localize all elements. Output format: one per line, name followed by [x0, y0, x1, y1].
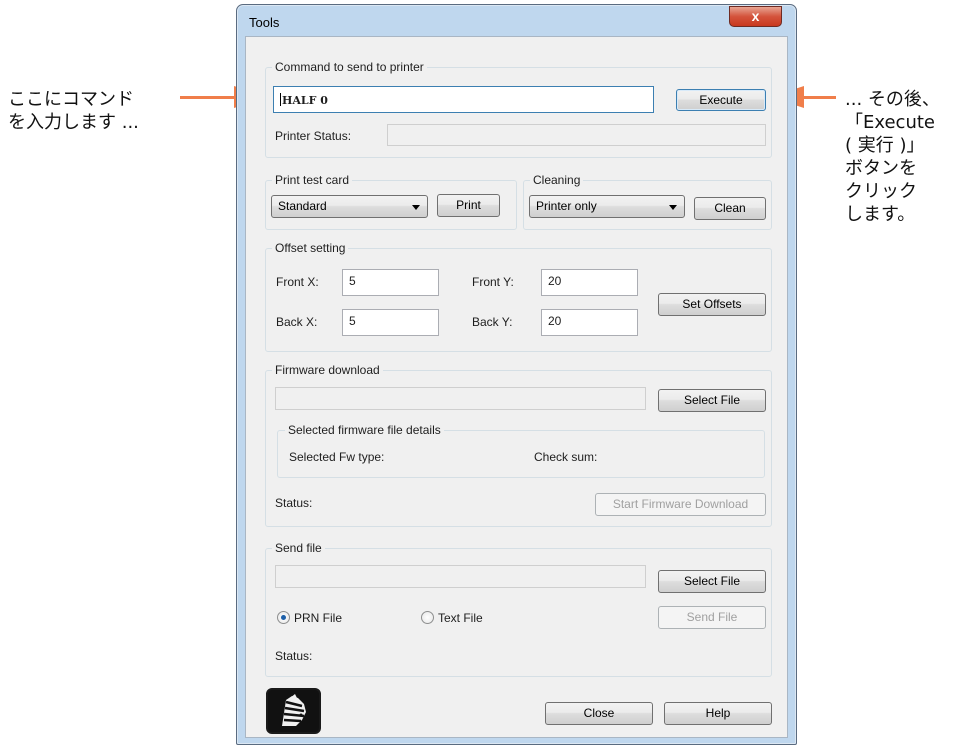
test-card-select-value: Standard — [278, 199, 327, 213]
printer-status-field — [387, 124, 766, 146]
clean-button[interactable]: Clean — [694, 197, 766, 220]
front-y-label: Front Y: — [472, 275, 514, 289]
checksum-label: Check sum: — [534, 450, 598, 464]
set-offsets-button[interactable]: Set Offsets — [658, 293, 766, 316]
tools-window: Tools x Command to send to printer HALF … — [236, 4, 797, 745]
right-callout-line-5: クリック — [845, 181, 917, 202]
back-x-label: Back X: — [276, 315, 318, 329]
execute-button[interactable]: Execute — [676, 89, 766, 111]
left-callout-line-1: ここにコマンド — [8, 89, 134, 110]
send-file-field — [275, 565, 646, 588]
prn-file-label[interactable]: PRN File — [294, 611, 342, 625]
fw-type-label: Selected Fw type: — [289, 450, 385, 464]
front-x-input[interactable]: 5 — [342, 269, 439, 296]
send-status-label: Status: — [275, 649, 313, 663]
prn-file-radio[interactable] — [277, 611, 290, 624]
chevron-down-icon — [669, 205, 677, 210]
firmware-select-file-button[interactable]: Select File — [658, 389, 766, 412]
test-card-select[interactable]: Standard — [271, 195, 428, 218]
chevron-down-icon — [412, 205, 420, 210]
back-y-input[interactable]: 20 — [541, 309, 638, 336]
help-button[interactable]: Help — [664, 702, 772, 725]
left-arrow-line — [180, 96, 238, 99]
text-file-radio[interactable] — [421, 611, 434, 624]
dialog-body: Command to send to printer HALF 0 Execut… — [245, 36, 788, 738]
firmware-status-label: Status: — [275, 496, 313, 510]
right-callout: ... その後、 「Execute ( 実行 )」 ボタンを クリック します。 — [845, 88, 940, 226]
cleaning-select[interactable]: Printer only — [529, 195, 685, 218]
cleaning-group-label: Cleaning — [530, 173, 584, 187]
cleaning-select-value: Printer only — [536, 199, 597, 213]
zebra-logo-icon — [266, 688, 321, 734]
command-input-value: HALF 0 — [282, 94, 328, 107]
firmware-file-field — [275, 387, 646, 410]
front-x-label: Front X: — [276, 275, 319, 289]
left-callout-line-2: を入力します ... — [8, 112, 139, 133]
close-button[interactable]: Close — [545, 702, 653, 725]
firmware-details-label: Selected firmware file details — [285, 423, 444, 437]
print-test-group-label: Print test card — [272, 173, 353, 187]
send-file-group-label: Send file — [272, 541, 325, 555]
back-y-label: Back Y: — [472, 315, 513, 329]
text-cursor — [280, 93, 281, 106]
command-group-label: Command to send to printer — [272, 60, 427, 74]
back-x-input[interactable]: 5 — [342, 309, 439, 336]
right-callout-line-6: します。 — [845, 204, 916, 225]
offset-group-label: Offset setting — [272, 241, 349, 255]
window-close-button[interactable]: x — [729, 6, 782, 27]
firmware-group-label: Firmware download — [272, 363, 383, 377]
right-callout-line-4: ボタンを — [845, 158, 917, 179]
left-callout: ここにコマンド を入力します ... — [8, 88, 139, 134]
command-input[interactable]: HALF 0 — [273, 86, 654, 113]
window-title: Tools — [249, 15, 280, 30]
start-firmware-download-button[interactable]: Start Firmware Download — [595, 493, 766, 516]
send-file-button[interactable]: Send File — [658, 606, 766, 629]
text-file-label[interactable]: Text File — [438, 611, 483, 625]
title-bar[interactable]: Tools x — [237, 5, 796, 37]
front-y-input[interactable]: 20 — [541, 269, 638, 296]
printer-status-label: Printer Status: — [275, 129, 352, 143]
close-icon: x — [751, 8, 760, 24]
right-callout-line-3: ( 実行 )」 — [845, 135, 925, 156]
print-button[interactable]: Print — [437, 194, 500, 217]
right-callout-line-2: 「Execute — [845, 112, 935, 133]
send-select-file-button[interactable]: Select File — [658, 570, 766, 593]
right-callout-line-1: ... その後、 — [845, 89, 940, 110]
